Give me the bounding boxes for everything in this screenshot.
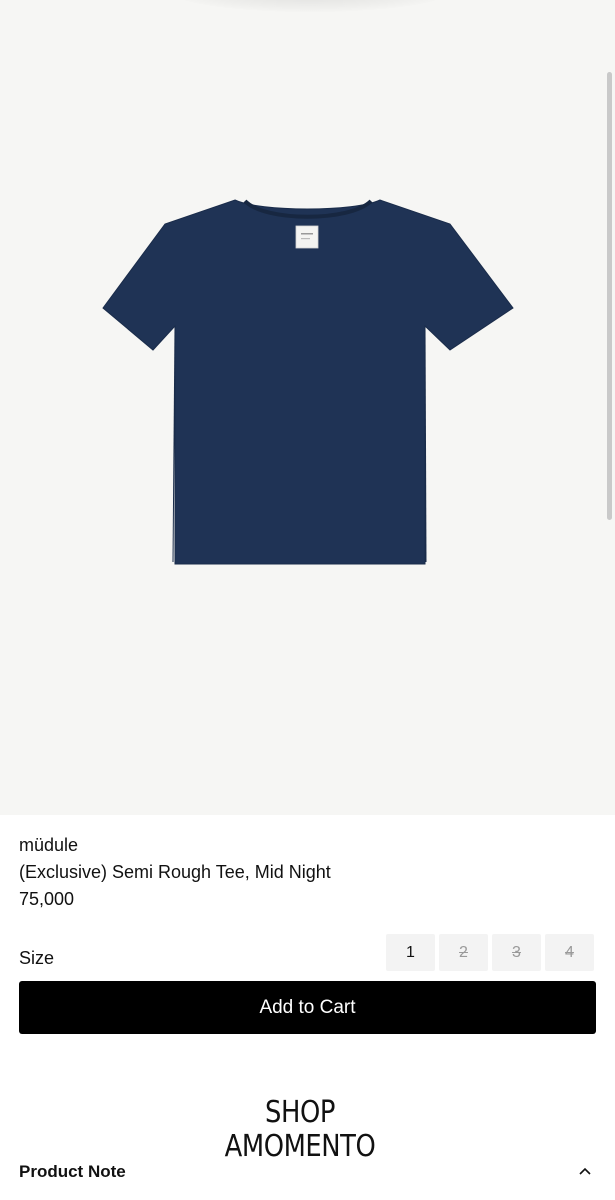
size-label: Size — [19, 948, 55, 968]
product-price: 75,000 — [19, 889, 75, 909]
brand-name: müdule — [19, 835, 79, 855]
navy-tshirt-image — [102, 199, 514, 565]
product-title: (Exclusive) Semi Rough Tee, Mid Night — [19, 862, 331, 882]
chevron-up-icon[interactable] — [574, 1160, 596, 1182]
size-option-3[interactable]: 3 — [492, 934, 541, 971]
shop-logo-line2: AMOMENTO — [224, 1129, 376, 1164]
scrollbar[interactable] — [607, 72, 612, 520]
shop-logo[interactable]: SHOP AMOMENTO — [214, 1096, 386, 1164]
size-option-1[interactable]: 1 — [386, 934, 435, 971]
product-image-area — [0, 0, 615, 815]
image-top-shadow — [170, 0, 450, 12]
size-option-2[interactable]: 2 — [439, 934, 488, 971]
size-options: 1 2 3 4 — [386, 934, 594, 971]
neck-label — [295, 225, 319, 249]
add-to-cart-button[interactable]: Add to Cart — [19, 981, 596, 1034]
size-option-4[interactable]: 4 — [545, 934, 594, 971]
product-note-toggle[interactable]: Product Note — [19, 1162, 126, 1182]
shop-logo-line1: SHOP — [265, 1095, 335, 1130]
